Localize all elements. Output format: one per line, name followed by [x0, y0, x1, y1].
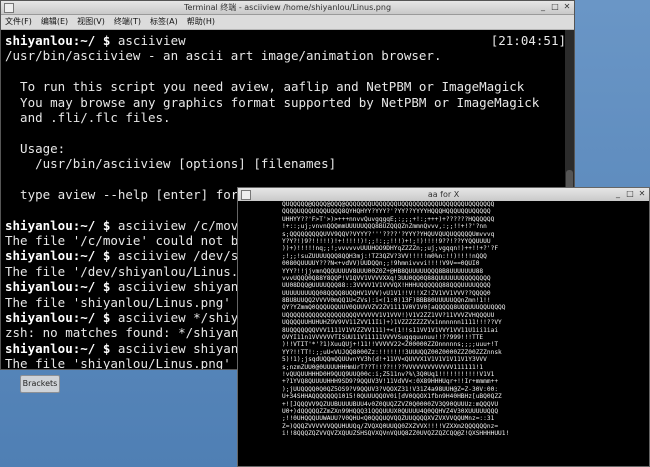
terminal-line: /usr/bin/asciiview [options] [filenames]	[5, 156, 570, 171]
terminal-text: /usr/bin/asciiview - an ascii art image/…	[5, 48, 442, 64]
ascii-art-row: Y?Y?!)9?!!!!!)!+!!!!!)!;;!:;;!!!)+!;!)!!…	[282, 237, 491, 245]
terminal-title: Terminal 终端 - asciiview /home/shiyanlou/…	[183, 3, 392, 12]
terminal-menubar: 文件(F) 编辑(E) 视图(V) 终端(T) 标签(A) 帮助(H)	[1, 15, 574, 30]
aa-titlebar[interactable]: aa for X _ □ ✕	[238, 188, 649, 202]
ascii-art-row: UQQQQQQQQQQQQQQQQQQQVVVVVV1V1VVV!)V1V2ZZ…	[282, 311, 495, 319]
terminal-line: shiyanlou:~/ $ asciiview	[5, 33, 570, 48]
ascii-art-row: !vQUQUUHHHD0H9QUQ9UUQ00c:i;Z511nv?%\3Q0U…	[282, 370, 495, 378]
ascii-art-row: ;!;;!suZUUUUQQQ8QQH3mj:!TZ3QZV?3VV!!!!!m…	[282, 252, 487, 260]
shell-prompt: shiyanlou:~/ $	[5, 279, 111, 295]
aa-blank-area	[238, 201, 282, 466]
terminal-clock: [21:04:51]	[490, 33, 566, 48]
ascii-art-row: UU08DQQ@UUUUQQQ88::3VVVV1V1VVVQX!HHHUQQQ…	[282, 282, 491, 290]
ascii-art-row: i!!8QQQZQZVVQVZXQUUZSHSQVXQVnVQUQ8ZZ0UVQ…	[282, 430, 510, 438]
terminal-line: Usage:	[5, 141, 570, 156]
terminal-text: asciiview	[110, 33, 186, 48]
terminal-text: asciiview /dev/shi	[110, 248, 254, 264]
terminal-text: zsh: no matches found: */shiyanlou	[5, 325, 261, 341]
ascii-art-row: 0080QUUUUY???N<+vdVV)UUDQQn;;!9hmnivvvi!…	[282, 260, 480, 268]
ascii-art-row: !+::;uj;vnvnQQQmmUUUUUQQQ8BUZQQQZnZmmnQv…	[282, 223, 487, 231]
maximize-icon[interactable]: □	[550, 2, 560, 12]
ascii-art-row: QY?YZmmQ0QQQUQQUUV0QUUVVZV2ZV1111V0V1V0[…	[282, 304, 506, 312]
minimize-icon[interactable]: _	[538, 2, 548, 12]
ascii-art-image: QUQQQQQ@QQQQ@QQQ@QQQQQQQUQQQQQQUQQQQQQQQ…	[282, 201, 649, 466]
terminal-text: The file 'shiyanlou/Linus.png' cou	[5, 356, 261, 369]
shell-prompt: shiyanlou:~/ $	[5, 217, 111, 233]
menu-tabs[interactable]: 标签(A)	[150, 15, 178, 29]
shell-prompt: shiyanlou:~/ $	[5, 33, 111, 48]
ascii-art-row: QQQQUQQQUQQQUQQQ8QYHQHYY?YYY?'?YY??YYYYH…	[282, 208, 491, 216]
ascii-art-row: U0+)dQQQQQZZmZXn99HQQQ31QQQUUUX0QUUUU4Q0…	[282, 407, 499, 415]
ascii-art-row: UUUUUUUUQQ08QQQQ8UQQHV1VVV)vU1V1!!V!!XZ!…	[282, 289, 491, 297]
terminal-text: The file '/dev/shiyanlou/Linus.png	[5, 263, 261, 279]
ascii-art-row: UHHYY??'F>T'>)>+++nnvvQuvgqgqE;:;;;+!:;+…	[282, 215, 495, 223]
terminal-text: The file 'shiyanlou/Linus.png' cou	[5, 294, 261, 310]
ascii-art-row: UQQQQUUHUHUHZ9V9VV11ZVV11Ii)+)1VZZZZZZZV…	[282, 319, 502, 327]
close-icon[interactable]: ✕	[637, 189, 647, 199]
ascii-art-row: );jUUQQQQ0Q0QZ5OS9?V9QQUV3?VQOXZ31!V31Z4…	[282, 385, 499, 393]
terminal-text: You may browse any graphics format suppo…	[5, 94, 540, 110]
ascii-art-row: QUQQQQQ@QQQQ@QQQ@QQQQQQQUQQQQQQUQQQQQQQQ…	[282, 201, 495, 208]
terminal-line: To run this script you need aview, aafli…	[5, 79, 570, 94]
shell-prompt: shiyanlou:~/ $	[5, 248, 111, 264]
brackets-taskbar-button[interactable]: Brackets	[20, 375, 60, 393]
ascii-art-row: OVYI11n1VVVVVVTISUU11V11111VVVVSugqquunu…	[282, 334, 484, 342]
ascii-art-row: s;QQQQQQQQQUVV9QQV?VYYY?'''????'?YYY?YHQ…	[282, 230, 495, 238]
menu-terminal[interactable]: 终端(T)	[114, 15, 141, 29]
aa-canvas[interactable]: QUQQQQQ@QQQQ@QQQ@QQQQQQQUQQQQQQUQQQQQQQQ…	[238, 201, 649, 466]
menu-file[interactable]: 文件(F)	[5, 15, 32, 29]
terminal-text: asciiview /c/movie	[110, 217, 254, 233]
ascii-art-row: s;nzmZUU0@0UUUUHHHmUrT??T!!??!!??VVVVVVV…	[282, 363, 484, 371]
ascii-art-row: ))+)!!!!!nq;;!;vvvvvvUUUHOO9DHYqZZZZn;;u…	[282, 245, 499, 253]
terminal-text: and .fli/.flc files.	[5, 109, 171, 125]
terminal-text: Usage:	[5, 140, 66, 156]
terminal-line: You may browse any graphics format suppo…	[5, 95, 570, 110]
terminal-titlebar[interactable]: Terminal 终端 - asciiview /home/shiyanlou/…	[1, 1, 574, 15]
ascii-art-row: YYY?!!jjvmnQQQUUUUV8UUU00Z0Z+@HB8QUUUUUQ…	[282, 267, 484, 275]
terminal-text: /usr/bin/asciiview [options] [filenames]	[5, 156, 337, 172]
minimize-icon[interactable]: _	[613, 189, 623, 199]
terminal-text: To run this script you need aview, aafli…	[5, 79, 525, 95]
ascii-art-row: 8UQQQQQQQVVV1111V1VVZZVV111)+<(1!!s11VV1…	[282, 326, 499, 334]
ascii-art-row: U+34SHHAQQQQQQQ1015!0QUUUQQOV0i[dV0QQOX1…	[282, 393, 502, 401]
shell-prompt: shiyanlou:~/ $	[5, 310, 111, 326]
ascii-art-row: ;!!0UHQQQUUWAUU?V0QHU<Q0QQQUQVQQZUUQQQQX…	[282, 415, 495, 423]
shell-prompt: shiyanlou:~/ $	[5, 340, 111, 356]
terminal-text: The file '/c/movie' could not be c	[5, 233, 261, 249]
ascii-art-row: vvvUQQQ0Q88Y8QQP!V1QVV1VVVVXXq!3UU0QQ0Q8…	[282, 274, 491, 282]
ascii-art-row: +?1YVQ8QUUUUHHH9SD9?9QQUV3V!11VdVV<:0X89…	[282, 378, 499, 386]
ascii-art-row: YY?!!TT!:;;uU<VUJQQ8000Zz:!!!!!!!3UUUQQZ…	[282, 348, 502, 356]
menu-help[interactable]: 帮助(H)	[187, 15, 215, 29]
ascii-art-row: +![JQQQVV9QZUUBUUUUBUU4v0Z0QUQZZVZ0Q0000…	[282, 400, 499, 408]
terminal-line: and .fli/.flc files.	[5, 110, 570, 125]
aa-window[interactable]: aa for X _ □ ✕ QUQQQQQ@QQQQ@QQQ@QQQQQQQU…	[237, 187, 650, 467]
ascii-art-row: Z=)QQQZVVVVVVQQUHUUQq/ZVQXQ0UUQQ0ZXZVVX!…	[282, 422, 499, 430]
ascii-art-row: )!!VTIT'*'?1)XuuQUj+!11!!VVVVV22<Z00000Z…	[282, 341, 499, 349]
menu-view[interactable]: 视图(V)	[77, 15, 105, 29]
ascii-art-row: 5)!1);jsqdUQQmQQUUvnYV3h(d!+11VV<QUVVX1V…	[282, 356, 487, 364]
ascii-art-row: 8BU8UUQQ2VVVV0mQQ1U<ZVs):i<(1:0)13F)BBB8…	[282, 297, 491, 305]
close-icon[interactable]: ✕	[562, 2, 572, 12]
terminal-line: /usr/bin/asciiview - an ascii art image/…	[5, 48, 570, 63]
menu-edit[interactable]: 编辑(E)	[41, 15, 68, 29]
maximize-icon[interactable]: □	[625, 189, 635, 199]
aa-window-title: aa for X	[427, 190, 460, 199]
